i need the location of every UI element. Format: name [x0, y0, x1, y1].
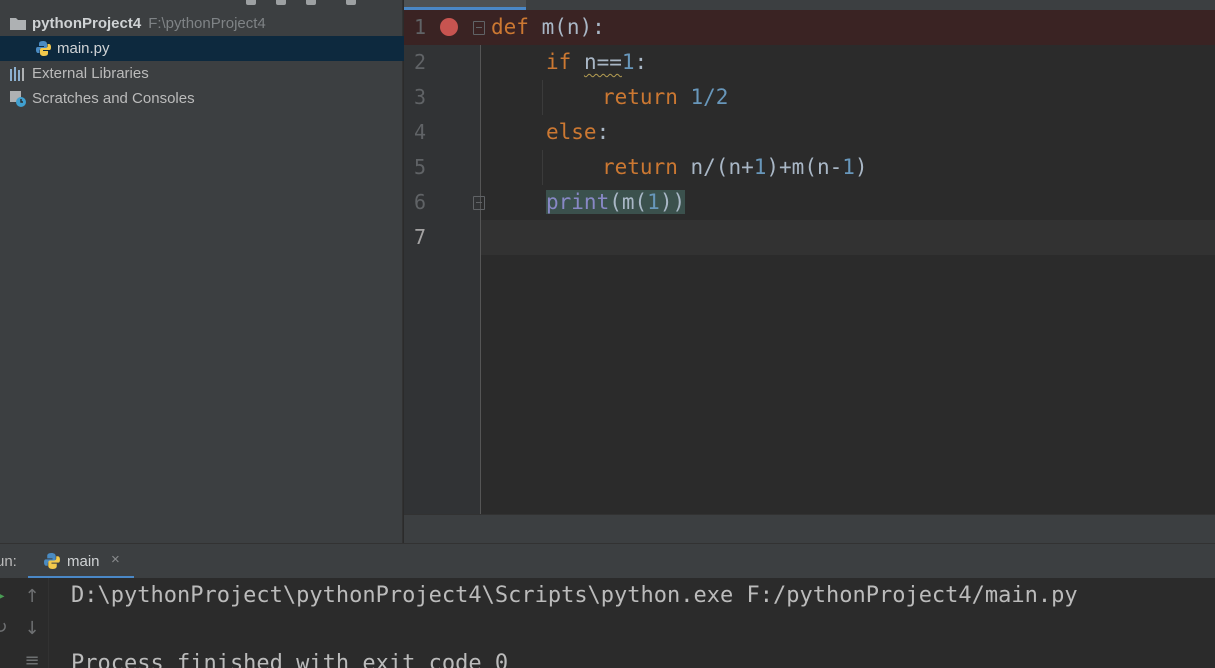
code-text: else:	[546, 120, 610, 144]
tree-item-main-py[interactable]: main.py	[0, 36, 436, 61]
scroll-down-icon[interactable]: ↓	[24, 620, 40, 638]
line-number: 1	[413, 15, 426, 39]
gear-icon[interactable]	[346, 0, 356, 5]
code-text: def m(n):	[491, 15, 605, 39]
editor-bottom-bar	[404, 514, 1215, 544]
fold-icon[interactable]	[473, 21, 485, 35]
wrench-icon[interactable]: ↻	[0, 619, 8, 637]
scratches-icon	[9, 90, 27, 108]
python-run-icon	[43, 552, 61, 570]
project-path: F:\pythonProject4	[148, 15, 266, 32]
line-number: 7	[413, 225, 426, 249]
locate-icon[interactable]	[246, 0, 256, 5]
file-name: main.py	[57, 40, 110, 57]
fold-end-icon[interactable]	[473, 196, 485, 210]
code-line-7[interactable]	[481, 220, 1215, 255]
code-text: return 1/2	[602, 85, 729, 109]
run-label: un:	[0, 553, 17, 570]
line-number: 5	[413, 155, 426, 179]
expand-all-icon[interactable]	[306, 0, 316, 5]
line-number: 2	[413, 50, 426, 74]
project-name: pythonProject4	[32, 15, 142, 32]
project-toolbar	[0, 0, 402, 8]
console-toolbar: ▸ ↑ ↻ ↓ ≡	[0, 578, 49, 668]
breakpoint-icon[interactable]	[440, 18, 458, 36]
line-number: 6	[413, 190, 426, 214]
line-number-row-7: 7	[404, 220, 480, 255]
run-tab-label: main	[67, 553, 100, 570]
code-editor[interactable]: 1 def m(n): 2 if n==1: 3 return 1/2 4 el…	[404, 10, 1215, 514]
library-icon	[9, 65, 27, 83]
console-output-line: Process finished with exit code 0	[71, 651, 509, 668]
code-line-4[interactable]: 4 else:	[404, 115, 1215, 150]
tree-item-external-libraries[interactable]: External Libraries	[0, 61, 411, 86]
tree-item-label: Scratches and Consoles	[32, 90, 195, 107]
project-panel: pythonProject4 F:\pythonProject4 main.py	[0, 0, 436, 543]
code-line-2[interactable]: 2 if n==1:	[404, 45, 1215, 80]
tree-item-label: External Libraries	[32, 65, 149, 82]
folder-icon	[9, 15, 27, 33]
tree-item-project-root[interactable]: pythonProject4 F:\pythonProject4	[0, 11, 411, 36]
close-icon[interactable]: ×	[111, 551, 120, 568]
warning-squiggle: n==	[583, 50, 622, 74]
tree-item-scratches[interactable]: Scratches and Consoles	[0, 86, 411, 111]
run-toolwindow-header: un: main ×	[0, 543, 1215, 580]
line-number: 4	[413, 120, 426, 144]
soft-wrap-icon[interactable]: ≡	[24, 652, 40, 668]
code-text: print(m(1))	[546, 190, 686, 214]
editor-tab-bar	[404, 0, 1215, 10]
collapse-all-icon[interactable]	[276, 0, 286, 5]
run-tab-main[interactable]: main ×	[28, 544, 134, 579]
ide-window: pythonProject4 F:\pythonProject4 main.py	[0, 0, 1215, 668]
code-text: return n/(n+1)+m(n-1)	[602, 155, 868, 179]
code-text: if n==1:	[546, 50, 648, 74]
line-number: 3	[413, 85, 426, 109]
code-line-3[interactable]: 3 return 1/2	[404, 80, 1215, 115]
rerun-icon[interactable]: ▸	[0, 587, 8, 605]
python-file-icon	[34, 40, 52, 58]
scroll-up-icon[interactable]: ↑	[24, 588, 40, 606]
code-line-6[interactable]: 6 print(m(1))	[404, 185, 1215, 220]
code-line-5[interactable]: 5 return n/(n+1)+m(n-1)	[404, 150, 1215, 185]
code-line-1[interactable]: 1 def m(n):	[404, 10, 1215, 45]
run-console[interactable]: ▸ ↑ ↻ ↓ ≡ D:\pythonProject\pythonProject…	[0, 578, 1215, 668]
console-output-line: D:\pythonProject\pythonProject4\Scripts\…	[71, 583, 1078, 608]
